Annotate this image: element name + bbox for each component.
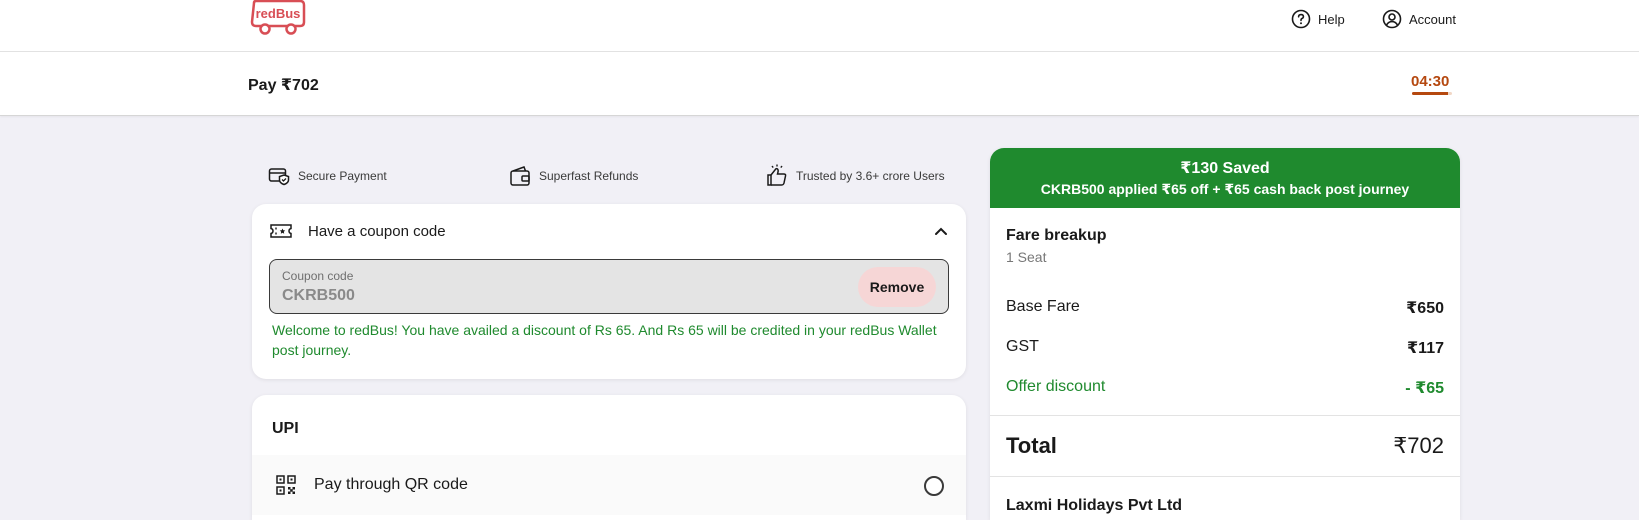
trust-badge-users: Trusted by 3.6+ crore Users	[766, 162, 945, 190]
top-nav-bar: redBus Help Account	[0, 0, 1639, 52]
fare-row-label: Base Fare	[1006, 298, 1080, 315]
trust-badges: Secure Payment Superfast Refunds Trusted…	[252, 162, 966, 190]
fare-divider	[990, 415, 1460, 416]
savings-subtitle: CKRB500 applied ₹65 off + ₹65 cash back …	[1040, 181, 1410, 197]
secure-payment-icon	[268, 168, 290, 186]
thumbs-up-icon	[767, 164, 787, 186]
upi-qr-option[interactable]: Pay through QR code	[252, 455, 966, 515]
bus-operator-name: Laxmi Holidays Pvt Ltd	[1006, 497, 1183, 514]
account-label: Account	[1409, 11, 1456, 27]
chevron-up-icon[interactable]	[934, 226, 948, 236]
qr-code-icon	[276, 475, 296, 495]
help-icon	[1291, 9, 1311, 29]
trust-badge-label: Trusted by 3.6+ crore Users	[796, 169, 945, 183]
pay-header: Pay ₹702 04:30	[0, 52, 1639, 116]
timer-progress-fill	[1412, 92, 1448, 95]
coupon-accordion-header[interactable]: Have a coupon code	[270, 218, 948, 244]
savings-title: ₹130 Saved	[1180, 160, 1270, 177]
fare-row-amount: ₹117	[1407, 340, 1444, 357]
fare-row-base-fare: Base Fare ₹650	[1006, 298, 1444, 320]
trust-badge-label: Secure Payment	[298, 169, 387, 183]
fare-divider	[990, 476, 1460, 477]
remove-coupon-button[interactable]: Remove	[858, 267, 936, 307]
seat-count: 1 Seat	[1006, 249, 1047, 265]
timer-progress-bar	[1412, 92, 1452, 95]
fare-row-label: Offer discount	[1006, 378, 1106, 395]
fare-row-amount: ₹650	[1406, 300, 1444, 317]
coupon-code-field: Coupon code Remove	[269, 259, 949, 314]
coupon-field-label: Coupon code	[282, 269, 354, 283]
total-amount: ₹702	[1393, 433, 1444, 458]
fare-row-label: GST	[1006, 338, 1039, 355]
wallet-icon	[510, 166, 530, 186]
fare-summary-card: ₹130 Saved CKRB500 applied ₹65 off + ₹65…	[990, 148, 1460, 520]
coupon-success-message: Welcome to redBus! You have availed a di…	[272, 322, 937, 358]
fare-row-amount: - ₹65	[1405, 380, 1444, 397]
coupon-heading: Have a coupon code	[308, 222, 446, 240]
fare-row-gst: GST ₹117	[1006, 338, 1444, 360]
pay-amount-title: Pay ₹702	[248, 77, 319, 94]
redbus-logo[interactable]: redBus	[248, 0, 306, 36]
account-link[interactable]: Account	[1382, 8, 1456, 30]
help-label: Help	[1318, 11, 1345, 27]
trust-badge-refunds: Superfast Refunds	[509, 162, 638, 190]
savings-banner: ₹130 Saved CKRB500 applied ₹65 off + ₹65…	[990, 148, 1460, 208]
help-link[interactable]: Help	[1291, 8, 1345, 30]
account-icon	[1382, 9, 1402, 29]
fare-row-offer-discount: Offer discount - ₹65	[1006, 378, 1444, 400]
total-label: Total	[1006, 433, 1057, 458]
coupon-card: Have a coupon code Coupon code Remove We…	[252, 204, 966, 379]
fare-breakup-title: Fare breakup	[1006, 227, 1107, 244]
countdown-timer: 04:30	[1411, 73, 1450, 90]
upi-payment-card: UPI Pay through QR code	[252, 395, 966, 520]
logo-text: redBus	[256, 6, 301, 21]
upi-section-title: UPI	[272, 420, 299, 437]
upi-qr-radio[interactable]	[924, 476, 944, 496]
trust-badge-secure-payment: Secure Payment	[268, 162, 387, 190]
coupon-code-input[interactable]	[282, 287, 822, 305]
fare-total-row: Total ₹702	[1006, 433, 1444, 459]
coupon-ticket-icon	[270, 224, 292, 238]
trust-badge-label: Superfast Refunds	[539, 169, 639, 183]
upi-option-label: Pay through QR code	[314, 476, 468, 493]
